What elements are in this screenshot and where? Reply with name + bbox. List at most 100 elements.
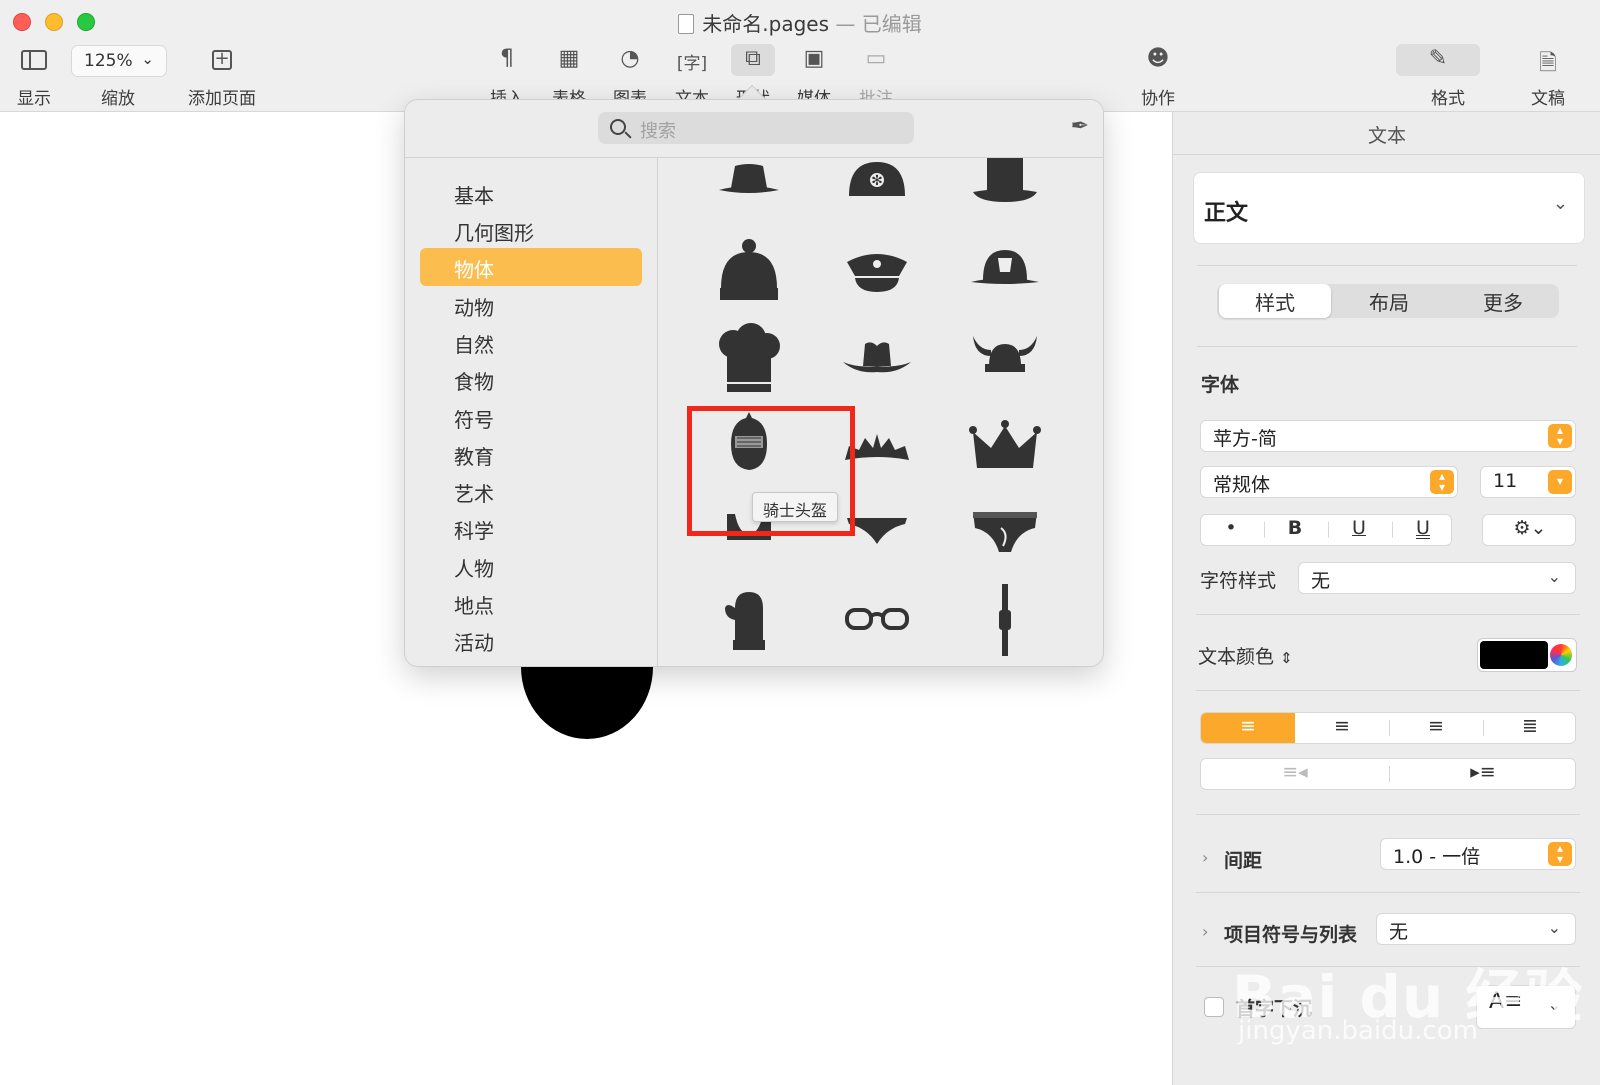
zoom-value: 125% xyxy=(84,51,133,71)
add-page-button[interactable]: + 添加页面 xyxy=(188,44,256,110)
bullets-popup[interactable]: 无 ⌄ xyxy=(1376,913,1576,945)
category-education[interactable]: 教育 xyxy=(420,435,642,473)
category-activities[interactable]: 活动 xyxy=(420,621,642,659)
color-swatch xyxy=(1480,641,1548,669)
window-toolbar: 未命名.pages — 已编辑 显示 125% ⌄ 缩放 + 添加页面 ¶ 插入… xyxy=(0,0,1600,112)
spacing-value: 1.0 - 一倍 xyxy=(1393,846,1481,868)
category-animals[interactable]: 动物 xyxy=(420,286,642,324)
disclosure-chevron-icon[interactable]: › xyxy=(1202,922,1208,941)
divider xyxy=(1196,814,1580,815)
search-placeholder: 搜索 xyxy=(640,121,676,142)
disclosure-chevron-icon[interactable]: › xyxy=(1202,848,1208,867)
category-food[interactable]: 食物 xyxy=(420,360,642,398)
shape-search-input[interactable]: 搜索 xyxy=(598,112,914,144)
wristwatch-icon[interactable] xyxy=(965,580,1045,660)
justify-icon[interactable]: ≣ xyxy=(1483,713,1577,743)
gear-icon: ⚙⌄ xyxy=(1513,517,1547,539)
char-style-popup[interactable]: 无 ⌄ xyxy=(1298,562,1576,594)
drop-cap-checkbox[interactable] xyxy=(1204,997,1224,1017)
paintbrush-icon: ✎ xyxy=(1396,44,1480,76)
category-places[interactable]: 地点 xyxy=(420,584,642,622)
shape-tooltip: 骑士头盔 xyxy=(752,492,839,522)
chevron-down-icon: ⌄ xyxy=(141,50,154,68)
stepper-icon: ▴ ▾ xyxy=(1548,842,1572,866)
category-basic[interactable]: 基本 xyxy=(420,174,642,212)
window-title: 未命名.pages — 已编辑 xyxy=(0,8,1600,37)
add-page-label: 添加页面 xyxy=(188,89,256,109)
glasses-icon[interactable] xyxy=(837,580,917,660)
officer-cap-icon[interactable] xyxy=(837,236,917,316)
title-separator: — xyxy=(835,12,856,36)
chef-hat-icon[interactable] xyxy=(709,322,789,402)
category-people[interactable]: 人物 xyxy=(420,547,642,585)
document-name[interactable]: 未命名.pages xyxy=(702,12,829,36)
category-symbols[interactable]: 符号 xyxy=(420,398,642,436)
pen-draw-icon[interactable]: ✒ xyxy=(1071,114,1089,139)
chevron-down-icon: ⌄ xyxy=(1547,918,1561,937)
collaborate-icon: ☻ xyxy=(1146,46,1170,71)
divider xyxy=(1197,346,1577,347)
alignment-buttons: ≡ ≡ ≡ ≣ xyxy=(1200,712,1576,744)
spacing-label[interactable]: 间距 xyxy=(1224,846,1262,873)
category-objects[interactable]: 物体 xyxy=(420,248,642,286)
font-weight-popup[interactable]: 常规体 ▴ ▾ xyxy=(1200,466,1458,498)
format-button[interactable]: ✎ 格式 xyxy=(1396,44,1480,109)
underline-button[interactable]: U xyxy=(1329,515,1389,545)
spacing-popup[interactable]: 1.0 - 一倍 ▴ ▾ xyxy=(1380,838,1576,870)
collaborate-button[interactable]: ☻ 协作 xyxy=(1136,44,1180,109)
inspector-tab-title[interactable]: 文本 xyxy=(1173,121,1600,148)
shapes-popover: 搜索 ✒ 基本 几何图形 物体 动物 自然 食物 符号 教育 艺术 科学 人物 … xyxy=(404,99,1104,667)
beanie-hat-icon[interactable] xyxy=(709,236,789,316)
font-size-field[interactable]: 11 ▾ xyxy=(1480,466,1576,498)
char-style-value: 无 xyxy=(1311,570,1331,592)
divider xyxy=(1196,892,1580,893)
decrease-indent-icon[interactable]: ≡◂ xyxy=(1201,759,1389,789)
underwear-icon[interactable] xyxy=(965,494,1045,574)
align-left-icon[interactable]: ≡ xyxy=(1201,713,1295,743)
shape-category-list: 基本 几何图形 物体 动物 自然 食物 符号 教育 艺术 科学 人物 地点 活动 xyxy=(405,158,658,666)
tab-more[interactable]: 更多 xyxy=(1447,284,1559,318)
text-options-button[interactable]: ⚙⌄ xyxy=(1482,514,1576,546)
document-inspector-icon: 🗎 xyxy=(1539,51,1557,76)
crown-icon[interactable] xyxy=(965,408,1045,488)
view-button[interactable]: 显示 xyxy=(12,44,56,109)
top-hat-icon[interactable] xyxy=(965,158,1045,230)
increase-indent-icon[interactable]: ▸≡ xyxy=(1389,759,1577,789)
zoom-popup[interactable]: 125% ⌄ xyxy=(71,45,167,77)
mitten-icon[interactable] xyxy=(709,580,789,660)
tab-layout[interactable]: 布局 xyxy=(1333,284,1445,318)
category-nature[interactable]: 自然 xyxy=(420,323,642,361)
category-arts[interactable]: 艺术 xyxy=(420,472,642,510)
double-underline-button[interactable]: U xyxy=(1393,515,1453,545)
viking-helmet-icon[interactable] xyxy=(965,322,1045,402)
font-style-buttons: • B U U xyxy=(1200,514,1452,546)
text-color-well[interactable] xyxy=(1477,638,1577,672)
chevron-down-icon: ▾ xyxy=(1548,470,1572,494)
cowboy-hat-icon[interactable] xyxy=(837,322,917,402)
align-right-icon[interactable]: ≡ xyxy=(1389,713,1483,743)
popover-header: 搜索 ✒ xyxy=(405,100,1103,158)
bullet-dot-icon[interactable]: • xyxy=(1201,515,1261,545)
police-cap-icon[interactable]: ✻ xyxy=(837,158,917,230)
view-label: 显示 xyxy=(17,89,51,109)
watermark-url: jingyan.baidu.com xyxy=(1238,1016,1478,1046)
fedora-hat-icon[interactable] xyxy=(709,158,789,230)
divider xyxy=(1197,265,1577,266)
category-science[interactable]: 科学 xyxy=(420,509,642,547)
photo-icon: ▣ xyxy=(803,46,825,71)
search-icon xyxy=(610,119,626,135)
pie-chart-icon: ◔ xyxy=(620,46,640,71)
font-family-popup[interactable]: 苹方-简 ▴ ▾ xyxy=(1200,420,1576,452)
fire-helmet-icon[interactable] xyxy=(965,236,1045,316)
color-wheel-icon[interactable] xyxy=(1550,644,1572,666)
align-center-icon[interactable]: ≡ xyxy=(1295,713,1389,743)
paragraph-style-popup[interactable]: 正文 ⌄ xyxy=(1193,172,1585,244)
bold-button[interactable]: B xyxy=(1265,515,1325,545)
bullets-label[interactable]: 项目符号与列表 xyxy=(1224,920,1357,947)
category-geometry[interactable]: 几何图形 xyxy=(420,211,642,249)
add-page-icon: + xyxy=(200,44,244,76)
document-button[interactable]: 🗎 文稿 xyxy=(1526,44,1570,109)
tab-style[interactable]: 样式 xyxy=(1219,284,1331,318)
text-color-label[interactable]: 文本颜色 ⇕ xyxy=(1198,642,1293,669)
document-icon xyxy=(678,14,695,34)
